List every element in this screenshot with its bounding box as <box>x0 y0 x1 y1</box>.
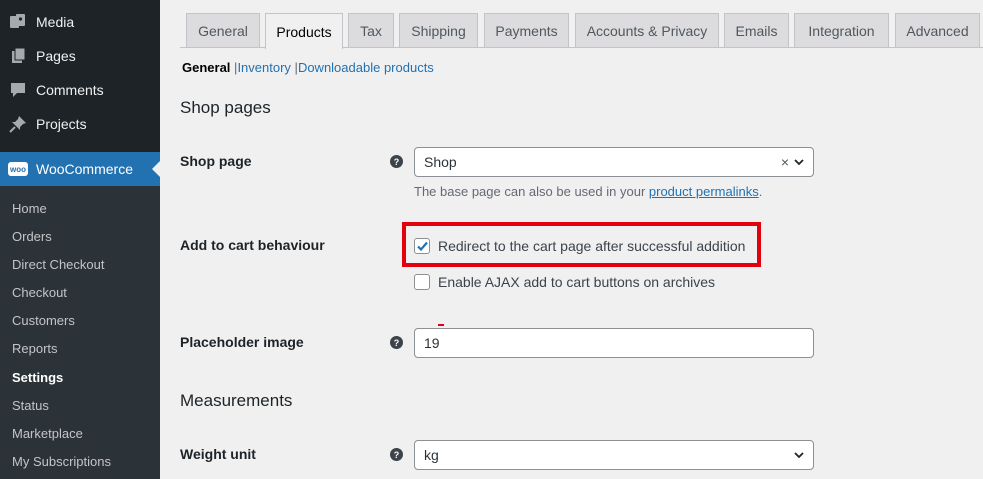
woocommerce-submenu: Home Orders Direct Checkout Checkout Cus… <box>0 186 160 479</box>
submenu-item-status[interactable]: Status <box>12 398 49 413</box>
ajax-add-to-cart-option[interactable]: Enable AJAX add to cart buttons on archi… <box>414 274 715 290</box>
highlight-box <box>402 222 761 267</box>
weight-unit-label: Weight unit <box>180 446 256 462</box>
tab-emails[interactable]: Emails <box>724 13 789 47</box>
section-heading-shop-pages: Shop pages <box>180 98 271 117</box>
weight-unit-select[interactable]: kg <box>414 440 814 470</box>
tab-payments[interactable]: Payments <box>484 13 569 47</box>
tab-integration[interactable]: Integration <box>794 13 889 47</box>
sidebar-item-media[interactable]: Media <box>0 5 160 39</box>
sidebar-item-comments[interactable]: Comments <box>0 73 160 107</box>
submenu-item-reports[interactable]: Reports <box>12 341 58 356</box>
tab-products[interactable]: Products <box>265 13 343 49</box>
submenu-item-marketplace[interactable]: Marketplace <box>12 426 83 441</box>
woocommerce-icon: woo <box>8 159 28 179</box>
current-menu-arrow <box>152 161 160 177</box>
sidebar-item-label: Pages <box>36 48 76 64</box>
clear-icon[interactable]: × <box>781 154 789 170</box>
placeholder-image-value: 19 <box>424 335 440 351</box>
sidebar-item-woocommerce[interactable]: woo WooCommerce <box>0 152 160 186</box>
submenu-item-checkout[interactable]: Checkout <box>12 285 67 300</box>
media-icon <box>8 12 28 32</box>
placeholder-image-label: Placeholder image <box>180 334 304 350</box>
ajax-add-to-cart-checkbox[interactable] <box>414 274 430 290</box>
sidebar-item-pages[interactable]: Pages <box>0 39 160 73</box>
placeholder-image-input[interactable]: 19 <box>414 328 814 358</box>
help-icon[interactable]: ? <box>390 448 403 461</box>
woo-badge: woo <box>8 162 28 176</box>
admin-sidebar: Media Pages Comments Projects woo WooCom… <box>0 0 160 479</box>
subnav-inventory[interactable]: Inventory <box>237 60 290 75</box>
red-mark <box>438 324 444 326</box>
tab-general[interactable]: General <box>186 13 260 47</box>
submenu-item-customers[interactable]: Customers <box>12 313 75 328</box>
sidebar-item-label: WooCommerce <box>36 161 133 177</box>
submenu-item-direct-checkout[interactable]: Direct Checkout <box>12 257 104 272</box>
chevron-down-icon <box>793 448 805 464</box>
submenu-item-settings[interactable]: Settings <box>12 370 63 385</box>
submenu-item-my-subscriptions[interactable]: My Subscriptions <box>12 454 111 469</box>
shop-page-description-suffix: . <box>758 184 763 199</box>
tab-accounts-privacy[interactable]: Accounts & Privacy <box>575 13 719 47</box>
section-subnav: General |Inventory |Downloadable product… <box>182 60 434 75</box>
chevron-down-icon <box>793 155 805 171</box>
product-permalinks-link[interactable]: product permalinks <box>649 184 759 199</box>
sidebar-item-label: Media <box>36 14 75 30</box>
shop-page-label: Shop page <box>180 153 252 169</box>
comments-icon <box>8 80 28 100</box>
sidebar-item-label: Projects <box>36 116 87 132</box>
shop-page-description: The base page can also be used in your p… <box>414 184 762 199</box>
help-icon[interactable]: ? <box>390 336 403 349</box>
tab-tax[interactable]: Tax <box>348 13 394 47</box>
sidebar-item-projects[interactable]: Projects <box>0 107 160 141</box>
help-icon[interactable]: ? <box>390 155 403 168</box>
section-heading-measurements: Measurements <box>180 391 293 410</box>
shop-page-value: Shop <box>424 154 457 170</box>
ajax-add-to-cart-label[interactable]: Enable AJAX add to cart buttons on archi… <box>438 274 715 290</box>
submenu-item-orders[interactable]: Orders <box>12 229 52 244</box>
shop-page-select[interactable]: Shop × <box>414 147 814 177</box>
subnav-general[interactable]: General <box>182 60 230 75</box>
subnav-downloadable-products[interactable]: Downloadable products <box>298 60 434 75</box>
tab-shipping[interactable]: Shipping <box>399 13 478 47</box>
add-to-cart-label: Add to cart behaviour <box>180 237 325 253</box>
tab-advanced[interactable]: Advanced <box>895 13 980 47</box>
sidebar-item-label: Comments <box>36 82 104 98</box>
submenu-item-home[interactable]: Home <box>12 201 47 216</box>
weight-unit-value: kg <box>424 447 439 463</box>
pages-icon <box>8 46 28 66</box>
pin-icon <box>8 114 28 134</box>
shop-page-description-text: The base page can also be used in your <box>414 184 649 199</box>
